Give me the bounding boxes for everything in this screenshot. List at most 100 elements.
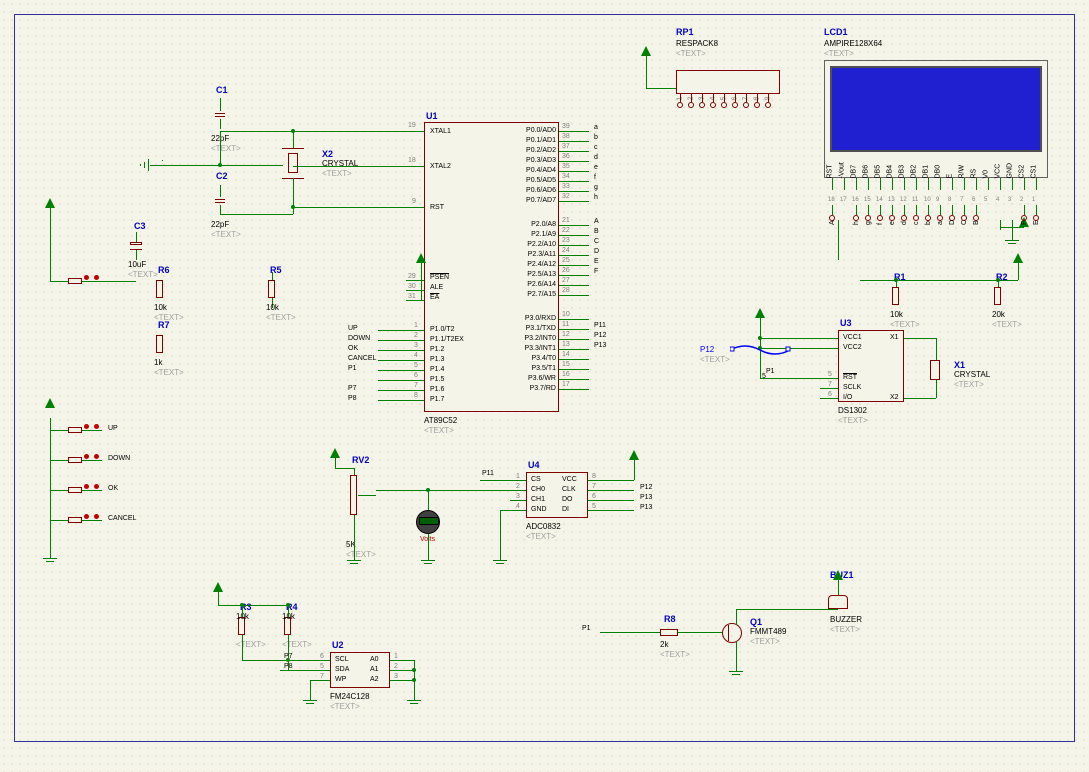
- wire: [220, 185, 221, 197]
- c3-ref[interactable]: C3: [134, 221, 146, 231]
- wire: [406, 300, 421, 301]
- wire: [736, 641, 737, 671]
- selected-text: <TEXT>: [700, 355, 730, 364]
- rp1-body[interactable]: [676, 70, 780, 94]
- wire: [50, 418, 51, 558]
- ground: [407, 700, 421, 710]
- wire: [604, 490, 634, 491]
- wire: [242, 660, 280, 661]
- power-vcc: [1013, 253, 1023, 263]
- r6-body[interactable]: [156, 280, 163, 298]
- ok-button[interactable]: [68, 487, 82, 493]
- button-dot: [84, 275, 89, 280]
- ground: [421, 560, 435, 570]
- wire: [428, 490, 429, 495]
- wire: [358, 495, 376, 496]
- power-vcc: [45, 198, 55, 208]
- wire: [838, 220, 839, 260]
- x1-value: CRYSTAL: [954, 370, 990, 379]
- wire: [242, 635, 243, 660]
- pin-line: [406, 166, 424, 167]
- wire: [1000, 220, 1001, 230]
- buz1-value: BUZZER: [830, 615, 862, 624]
- c1-ref[interactable]: C1: [216, 85, 228, 95]
- u4-text: <TEXT>: [526, 532, 556, 541]
- junction: [412, 678, 416, 682]
- c3-text: <TEXT>: [128, 270, 158, 279]
- u2-ref[interactable]: U2: [332, 640, 344, 650]
- rv2-body[interactable]: [350, 475, 357, 515]
- c3-value: 10uF: [128, 260, 146, 269]
- u1-ref[interactable]: U1: [426, 111, 438, 121]
- wire: [604, 500, 634, 501]
- wire: [390, 680, 414, 681]
- rv2-ref[interactable]: RV2: [352, 455, 369, 465]
- junction: [412, 668, 416, 672]
- wire: [904, 398, 936, 399]
- voltmeter-display: [419, 517, 439, 525]
- junction: [996, 278, 1000, 282]
- u2-text: <TEXT>: [330, 702, 360, 711]
- junction: [240, 603, 244, 607]
- r1-value: 10k: [890, 310, 903, 319]
- up-button[interactable]: [68, 427, 82, 433]
- x2-text: <TEXT>: [322, 169, 352, 178]
- lcd1-text: <TEXT>: [824, 49, 854, 58]
- u1-text: <TEXT>: [424, 426, 454, 435]
- r1-body[interactable]: [892, 287, 899, 305]
- u3-text: <TEXT>: [838, 416, 868, 425]
- r8-ref[interactable]: R8: [664, 614, 676, 624]
- reset-button[interactable]: [68, 278, 82, 284]
- x1-text: <TEXT>: [954, 380, 984, 389]
- wire: [50, 208, 51, 281]
- wire: [480, 480, 510, 481]
- c2-ref[interactable]: C2: [216, 171, 228, 181]
- down-button[interactable]: [68, 457, 82, 463]
- wire: [50, 281, 68, 282]
- x2-ref[interactable]: X2: [322, 149, 333, 159]
- c3-body-top[interactable]: [130, 242, 142, 245]
- voltmeter[interactable]: [416, 510, 440, 534]
- wire: [218, 605, 288, 606]
- wire: [1000, 227, 1024, 228]
- u3-ref[interactable]: U3: [840, 318, 852, 328]
- r2-body[interactable]: [994, 287, 1001, 305]
- wire: [860, 280, 1018, 281]
- x2-body[interactable]: [288, 153, 298, 173]
- q1-value: FMMT489: [750, 627, 786, 636]
- c1-text: <TEXT>: [211, 144, 241, 153]
- wire: [646, 56, 647, 88]
- wire: [280, 670, 330, 671]
- wire: [293, 131, 294, 132]
- r5-body[interactable]: [268, 280, 275, 298]
- wire: [310, 680, 311, 700]
- q1-ref[interactable]: Q1: [750, 617, 762, 627]
- r7-ref[interactable]: R7: [158, 320, 170, 330]
- wire: [904, 338, 936, 339]
- r8-body[interactable]: [660, 629, 678, 636]
- rp1-ref[interactable]: RP1: [676, 27, 694, 37]
- wire: [634, 460, 635, 480]
- wire: [500, 510, 501, 560]
- r6-ref[interactable]: R6: [158, 265, 170, 275]
- x1-ref[interactable]: X1: [954, 360, 965, 370]
- r7-body[interactable]: [156, 335, 163, 353]
- wire: [736, 609, 838, 610]
- buz1-body[interactable]: [828, 595, 848, 609]
- buz1-text: <TEXT>: [830, 625, 860, 634]
- selected-net-label[interactable]: P12: [700, 345, 714, 354]
- wire: [272, 272, 273, 280]
- x1-body[interactable]: [930, 360, 940, 380]
- cancel-button[interactable]: [68, 517, 82, 523]
- u1-value: AT89C52: [424, 416, 457, 425]
- power-vcc: [45, 398, 55, 408]
- lcd1-ref[interactable]: LCD1: [824, 27, 848, 37]
- q1-body[interactable]: [722, 623, 742, 643]
- ground: [1005, 240, 1019, 250]
- selected-wire[interactable]: [730, 340, 800, 360]
- junction: [894, 278, 898, 282]
- wire: [936, 380, 937, 398]
- r1-text: <TEXT>: [890, 320, 920, 329]
- wire: [820, 398, 838, 399]
- u4-ref[interactable]: U4: [528, 460, 540, 470]
